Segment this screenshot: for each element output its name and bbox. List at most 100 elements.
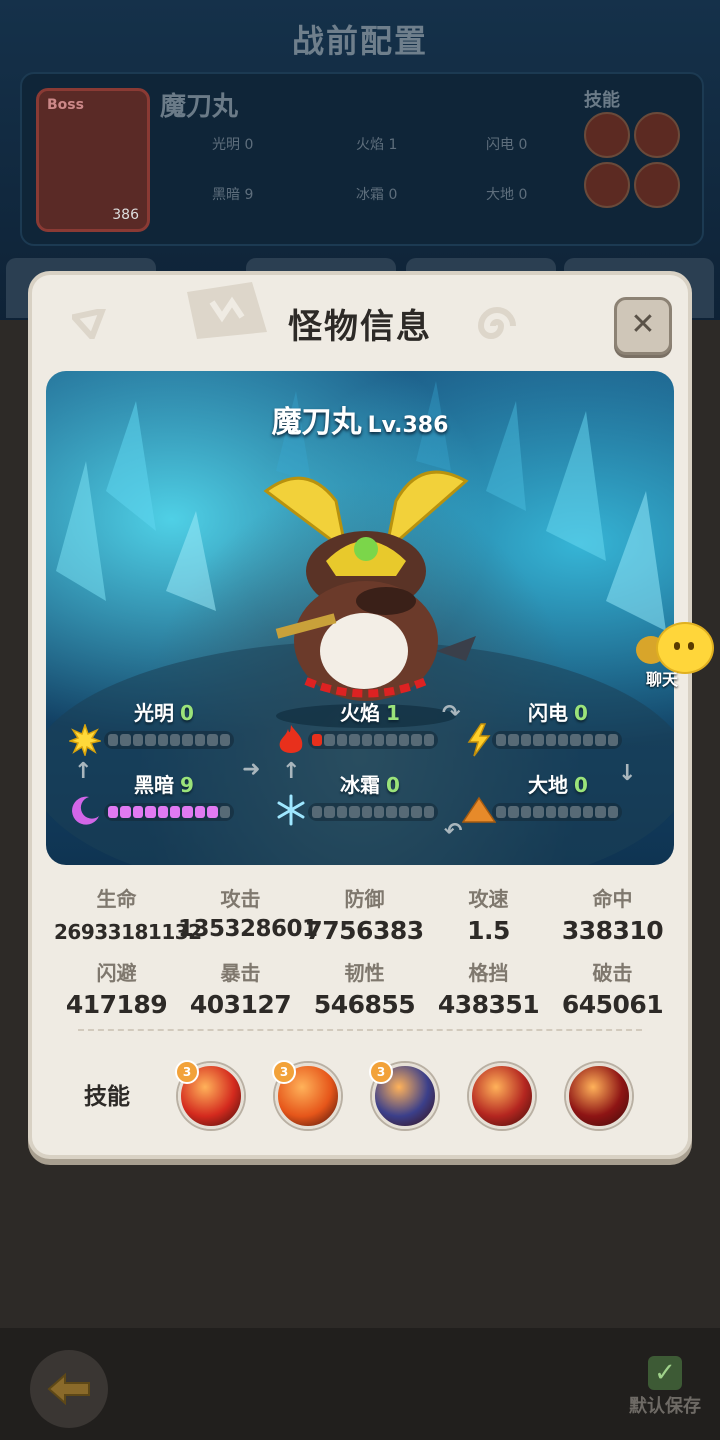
stat-value: 135328601 xyxy=(178,916,318,942)
cycle-arrow-icon: ↑ xyxy=(74,759,93,784)
stat-label: 闪避 xyxy=(96,961,137,985)
dark-cloud-skill-icon[interactable]: 3 xyxy=(369,1060,438,1129)
element-light-label: 光明 0 xyxy=(134,701,194,725)
bar-segment xyxy=(595,806,606,818)
bg-skill-icon-4[interactable] xyxy=(634,162,680,208)
cycle-arrow-icon: ↑ xyxy=(282,759,301,784)
stat-value: 645061 xyxy=(561,990,664,1019)
close-button[interactable]: ✕ xyxy=(614,297,672,355)
skill-level-badge: 3 xyxy=(175,1060,199,1084)
back-button[interactable] xyxy=(30,1350,108,1428)
bar-segment xyxy=(374,734,385,746)
blade-slash-skill-icon[interactable] xyxy=(566,1063,632,1129)
bar-segment xyxy=(207,734,218,746)
stat-defense: 防御 7756383 xyxy=(302,883,427,945)
element-lightning-label: 闪电 0 xyxy=(528,701,588,725)
bar-segment xyxy=(411,734,422,746)
divider xyxy=(78,1029,642,1031)
bg-element-lightning: 闪电 0 xyxy=(486,137,528,153)
element-frost-bar xyxy=(308,803,438,821)
bottom-bar xyxy=(0,1328,720,1440)
bar-segment xyxy=(108,734,119,746)
sun-icon xyxy=(68,723,102,757)
stat-attack-speed: 攻速 1.5 xyxy=(426,883,551,945)
bar-segment xyxy=(398,734,410,746)
demon-warrior-skill-icon[interactable] xyxy=(469,1063,535,1129)
bar-segment xyxy=(336,806,348,818)
stat-block: 格挡 438351 xyxy=(426,957,551,1019)
bar-segment xyxy=(558,806,569,818)
stat-value: 1.5 xyxy=(467,916,510,945)
bar-segment xyxy=(570,734,581,746)
element-light-bar xyxy=(104,731,234,749)
bar-segment xyxy=(386,734,397,746)
stat-label: 命中 xyxy=(592,887,633,911)
element-dark-bar xyxy=(104,803,234,821)
samurai-monster-illustration xyxy=(263,470,476,728)
bg-element-frost: 冰霜 0 xyxy=(356,187,398,203)
bar-segment xyxy=(607,734,619,746)
stat-hp: 生命 26933181132 xyxy=(54,883,202,944)
bar-segment xyxy=(219,806,231,818)
bar-segment xyxy=(374,806,385,818)
chat-button[interactable]: 聊天 xyxy=(636,622,714,692)
element-fire-bar xyxy=(308,731,438,749)
stat-label: 生命 xyxy=(96,887,137,911)
bar-segment xyxy=(194,734,206,746)
stat-label: 破击 xyxy=(592,961,633,985)
cycle-arrow-icon: ➜ xyxy=(242,757,261,782)
bar-segment xyxy=(324,806,335,818)
bar-segment xyxy=(145,806,156,818)
monster-title: 魔刀丸 Lv.386 xyxy=(46,397,674,441)
bar-segment xyxy=(349,806,360,818)
element-fire-label: 火焰 1 xyxy=(340,701,400,725)
cycle-arrow-icon: ↶ xyxy=(444,819,463,844)
bar-segment xyxy=(336,734,348,746)
stat-value: 438351 xyxy=(437,990,540,1019)
bg-skill-icon-3[interactable] xyxy=(584,162,630,208)
bar-segment xyxy=(361,734,373,746)
stat-label: 攻击 xyxy=(220,887,261,911)
modal-title: 怪物信息 xyxy=(288,307,432,347)
bar-segment xyxy=(157,806,169,818)
bg-element-dark: 黑暗 9 xyxy=(212,187,254,203)
skill-level-badge: 3 xyxy=(369,1060,393,1084)
bar-segment xyxy=(496,806,507,818)
bar-segment xyxy=(170,734,181,746)
boss-skills-label: 技能 xyxy=(584,90,620,111)
bg-element-fire: 火焰 1 xyxy=(356,137,398,153)
cycle-arrow-icon: ↷ xyxy=(442,701,461,726)
bar-segment xyxy=(423,806,435,818)
bg-element-light: 光明 0 xyxy=(212,137,254,153)
earth-icon xyxy=(462,793,496,827)
bar-segment xyxy=(312,806,323,818)
bar-segment xyxy=(108,806,119,818)
monster-level: Lv.386 xyxy=(367,413,449,438)
element-earth-bar xyxy=(492,803,622,821)
stat-label: 攻速 xyxy=(468,887,509,911)
bar-segment xyxy=(207,806,218,818)
stat-label: 格挡 xyxy=(468,961,509,985)
bar-segment xyxy=(545,806,557,818)
bg-skill-icon-2[interactable] xyxy=(634,112,680,158)
bg-element-earth: 大地 0 xyxy=(486,187,528,203)
stat-toughness: 韧性 546855 xyxy=(302,957,427,1019)
default-save-label: 默认保存 xyxy=(629,1396,701,1417)
sword-strike-skill-icon[interactable]: 3 xyxy=(175,1060,244,1129)
boss-portrait[interactable]: Boss 386 xyxy=(36,88,150,232)
snowflake-icon xyxy=(274,793,308,827)
fire-tornado-skill-icon[interactable]: 3 xyxy=(272,1060,341,1129)
skills-label: 技能 xyxy=(84,1084,130,1110)
chat-label: 聊天 xyxy=(646,670,679,689)
bar-segment xyxy=(558,734,569,746)
boss-tag: Boss xyxy=(47,97,84,113)
stat-dodge: 闪避 417189 xyxy=(54,957,179,1019)
bar-segment xyxy=(132,806,144,818)
bar-segment xyxy=(182,806,193,818)
bar-segment xyxy=(157,734,169,746)
default-save-button[interactable]: ✓ 默认保存 xyxy=(620,1356,710,1418)
bg-skill-icon-1[interactable] xyxy=(584,112,630,158)
bar-segment xyxy=(582,734,594,746)
screen-title: 战前配置 xyxy=(291,22,428,60)
bar-segment xyxy=(182,734,193,746)
